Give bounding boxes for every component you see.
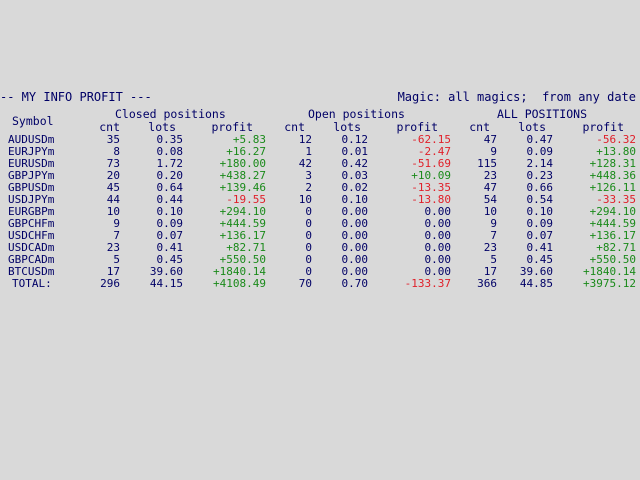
c-lots-cell: 44.15 (149, 277, 183, 290)
group-closed-label: Closed positions (115, 107, 226, 121)
total-row: TOTAL: 296 44.15 +4108.49 70 0.70 -133.37 366 44… (0, 278, 640, 290)
group-all-label: ALL POSITIONS (497, 107, 588, 121)
col-header-o-cnt: cnt (284, 120, 305, 134)
filter-info: Magic: all magics; from any date (397, 90, 636, 104)
col-header-c-cnt: cnt (99, 120, 120, 134)
header-bar: -- MY INFO PROFIT --- Magic: all magics;… (0, 90, 640, 104)
a-lots-cell: 44.85 (519, 277, 553, 290)
a-cnt-cell: 366 (477, 277, 497, 290)
a-profit-cell: +3975.12 (583, 277, 636, 290)
o-lots-cell: 0.70 (341, 277, 369, 290)
c-profit-cell: +4108.49 (213, 277, 266, 290)
col-header-a-cnt: cnt (469, 120, 490, 134)
symbol-column-header: Symbol (12, 114, 54, 128)
col-header-o-profit: profit (396, 120, 438, 134)
symbol-cell: TOTAL: (12, 277, 52, 290)
o-profit-cell: -133.37 (404, 277, 451, 290)
col-header-c-lots: lots (148, 120, 176, 134)
o-cnt-cell: 70 (298, 277, 312, 290)
col-header-a-profit: profit (582, 120, 624, 134)
col-header-c-profit: profit (211, 120, 253, 134)
group-open-label: Open positions (308, 107, 405, 121)
col-header-a-lots: lots (518, 120, 546, 134)
col-header-o-lots: lots (333, 120, 361, 134)
panel-title: -- MY INFO PROFIT --- (0, 90, 152, 104)
c-cnt-cell: 296 (100, 277, 120, 290)
